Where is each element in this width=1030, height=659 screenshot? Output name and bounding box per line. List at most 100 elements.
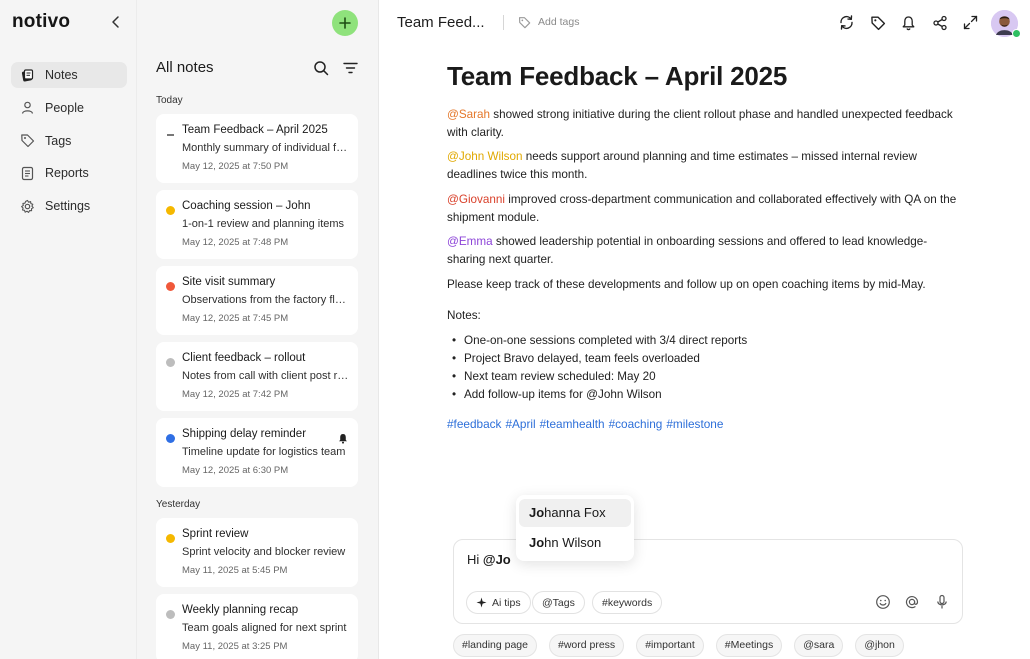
expand-icon [963, 15, 978, 30]
share-icon [932, 15, 947, 30]
sidebar-item-label: Notes [45, 68, 78, 82]
add-note-button[interactable] [332, 10, 358, 36]
note-paragraph[interactable]: @Giovanni improved cross-department comm… [447, 191, 962, 227]
note-snippet: Sprint velocity and blocker review [182, 546, 346, 558]
emoji-button[interactable] [875, 594, 891, 610]
suggested-tag[interactable]: #Meetings [715, 634, 783, 657]
note-card[interactable]: Coaching session – John 1-on-1 review an… [156, 190, 358, 259]
hashtag-link[interactable]: #teamhealth [540, 417, 605, 431]
chip-label: @Tags [542, 596, 575, 609]
suggested-tag[interactable]: @sara [794, 634, 844, 657]
suggested-tag[interactable]: #word press [548, 634, 625, 657]
expand-button[interactable] [962, 14, 979, 31]
note-card[interactable]: Team Feedback – April 2025 Monthly summa… [156, 114, 358, 183]
notes-bullet-list: One-on-one sessions completed with 3/4 d… [452, 332, 747, 404]
share-button[interactable] [931, 14, 948, 31]
note-marker [167, 134, 174, 136]
tags-chip[interactable]: @Tags [532, 591, 585, 614]
keywords-chip[interactable]: #keywords [592, 591, 663, 614]
comment-text[interactable]: Hi @Jo [467, 552, 511, 567]
sidebar-item-label: Reports [45, 166, 89, 181]
sidebar-item-reports[interactable]: Reports [11, 160, 127, 186]
hashtag-link[interactable]: #milestone [666, 417, 723, 431]
notes-list-title: All notes [156, 59, 214, 76]
closing-paragraph[interactable]: Please keep track of these developments … [447, 276, 962, 294]
hashtag-link[interactable]: #feedback [447, 417, 501, 431]
gear-icon [20, 199, 35, 214]
hashtag-link[interactable]: #April [505, 417, 535, 431]
add-tags-button[interactable]: Add tags [538, 16, 579, 28]
note-snippet: Monthly summary of individual feedback [182, 142, 350, 154]
divider [503, 15, 504, 30]
status-dot [166, 610, 175, 619]
emoji-icon [876, 595, 890, 609]
sidebar-item-label: People [45, 100, 84, 115]
refresh-icon [840, 15, 853, 30]
notes-icon [20, 68, 35, 83]
mention-button[interactable] [904, 594, 920, 610]
sidebar: notivo Notes People Tags Reports Setting… [0, 0, 137, 659]
note-snippet: Team goals aligned for next sprint [182, 622, 347, 634]
sidebar-item-settings[interactable]: Settings [11, 193, 127, 219]
note-paragraph[interactable]: @Emma showed leadership potential in onb… [447, 233, 962, 269]
note-card[interactable]: Client feedback – rollout Notes from cal… [156, 342, 358, 411]
ai-tips-chip[interactable]: Ai tips [466, 591, 531, 614]
note-card[interactable]: Shipping delay reminder Timeline update … [156, 418, 358, 487]
mention-link[interactable]: @Emma [447, 235, 493, 248]
suggestion-item[interactable]: John Wilson [519, 529, 631, 557]
online-status-indicator [1012, 29, 1021, 38]
mention-link[interactable]: @Giovanni [447, 193, 505, 206]
sidebar-nav: Notes People Tags Reports Settings [11, 62, 127, 226]
note-title: Weekly planning recap [182, 604, 299, 616]
sidebar-item-label: Tags [45, 133, 72, 148]
tags-button[interactable] [869, 14, 886, 31]
mention-suggestions: Johanna Fox John Wilson [516, 495, 634, 561]
suggested-tag[interactable]: #important [636, 634, 704, 657]
avatar[interactable] [991, 10, 1021, 38]
note-paragraph[interactable]: @Sarah showed strong initiative during t… [447, 106, 962, 142]
note-date: May 12, 2025 at 7:42 PM [182, 389, 289, 400]
sidebar-item-label: Settings [45, 199, 91, 214]
tag-icon [20, 133, 35, 148]
sparkle-icon [476, 597, 487, 608]
chip-label: Ai tips [492, 596, 521, 609]
chip-label: #keywords [602, 596, 653, 609]
sidebar-item-people[interactable]: People [11, 95, 127, 121]
sidebar-item-tags[interactable]: Tags [11, 128, 127, 154]
bell-icon [338, 431, 348, 444]
tag-icon [518, 16, 531, 29]
search-button[interactable] [313, 60, 329, 76]
note-title-heading: Team Feedback – April 2025 [447, 61, 788, 91]
voice-input-button[interactable] [934, 594, 950, 610]
refresh-button[interactable] [838, 14, 855, 31]
note-card[interactable]: Sprint review Sprint velocity and blocke… [156, 518, 358, 587]
note-date: May 12, 2025 at 7:48 PM [182, 237, 289, 248]
note-date: May 11, 2025 at 5:45 PM [182, 565, 288, 576]
suggestion-item[interactable]: Johanna Fox [519, 499, 631, 527]
notes-list-panel: All notes Today Team Feedback – April 20… [137, 0, 379, 659]
collapse-sidebar-button[interactable] [108, 14, 124, 30]
notifications-button[interactable] [900, 14, 917, 31]
suggested-tag[interactable]: #landing page [453, 634, 537, 657]
note-date: May 12, 2025 at 6:30 PM [182, 465, 289, 476]
note-paragraph[interactable]: @John Wilson needs support around planni… [447, 148, 962, 184]
sidebar-item-notes[interactable]: Notes [11, 62, 127, 88]
suggestion-rest: hn Wilson [544, 535, 602, 550]
filter-button[interactable] [343, 61, 358, 75]
note-card[interactable]: Site visit summary Observations from the… [156, 266, 358, 335]
note-card[interactable]: Weekly planning recap Team goals aligned… [156, 594, 358, 659]
header-doc-title: Team Feed... [397, 14, 485, 31]
mention-link[interactable]: @John Wilson [447, 150, 523, 163]
typed-mention: @Jo [482, 552, 511, 567]
status-dot [166, 358, 175, 367]
note-date: May 11, 2025 at 3:25 PM [182, 641, 288, 652]
note-title: Site visit summary [182, 276, 276, 288]
mention-link[interactable]: @Sarah [447, 108, 490, 121]
note-snippet: Timeline update for logistics team [182, 446, 346, 458]
status-dot [166, 434, 175, 443]
hashtag-link[interactable]: #coaching [609, 417, 663, 431]
suggested-tag[interactable]: @jhon [855, 634, 904, 657]
group-label-yesterday: Yesterday [156, 499, 201, 510]
report-icon [20, 166, 35, 181]
note-title: Team Feedback – April 2025 [182, 124, 328, 136]
